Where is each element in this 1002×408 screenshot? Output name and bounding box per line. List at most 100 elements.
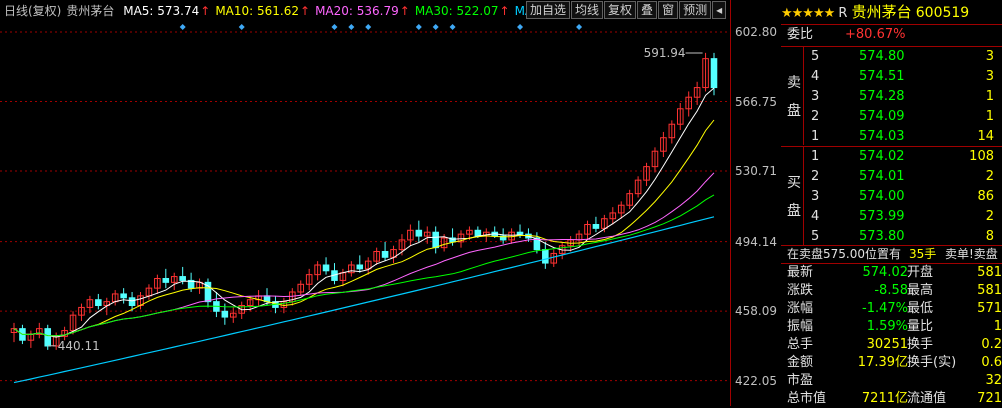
stat-value: 721 — [977, 391, 1002, 406]
toolbar-button[interactable]: 加自选 — [526, 1, 571, 19]
toolbar-button[interactable]: 预测 — [679, 1, 712, 19]
stat-label: 开盘 — [907, 265, 934, 280]
stat-value: 0.6 — [981, 355, 1002, 370]
candle-body — [356, 264, 364, 270]
margin-mark: R — [838, 6, 848, 21]
kline-chart[interactable]: 591.94 440.11 日线(复权) 贵州茅台 MA5: 573.74↑ MA10… — [0, 0, 730, 406]
notice-tail: 卖单!卖盘 — [945, 247, 998, 261]
notice-vol: 35手 — [909, 247, 937, 261]
event-marker — [238, 24, 245, 30]
quote-panel: ★★★★★ R 贵州茅台 600519 委比 +80.67% 卖盘 5 574.80… — [781, 0, 1002, 406]
event-marker — [179, 24, 186, 30]
event-marker — [348, 24, 355, 30]
toolbar-button[interactable]: 叠 — [637, 1, 658, 19]
volume: 14 — [977, 129, 994, 144]
price: 574.80 — [859, 49, 905, 64]
stat-value: -8.58 — [874, 283, 908, 298]
price: 574.09 — [859, 109, 905, 124]
event-marker — [415, 24, 422, 30]
volume: 3 — [985, 69, 994, 84]
stat-value: 1.59% — [866, 319, 908, 334]
quote-header: ★★★★★ R 贵州茅台 600519 — [781, 0, 1002, 24]
candle-body — [120, 293, 127, 299]
rating-stars: ★★★★★ — [781, 6, 835, 21]
candle-body — [542, 249, 549, 264]
stat-label: 金额 — [787, 355, 814, 370]
ma-up-arrow: ↑ — [499, 4, 510, 18]
stat-label: 涨幅 — [787, 301, 814, 316]
sell-row: 1 574.03 14 — [781, 127, 1002, 147]
event-marker — [449, 24, 456, 30]
ma5-line — [13, 87, 715, 338]
y-tick-label: 602.80 — [735, 25, 777, 40]
level: 1 — [811, 149, 820, 164]
long-ma-line — [13, 216, 715, 384]
stat-label: 最低 — [907, 301, 934, 316]
toolbar-button[interactable]: 窗 — [658, 1, 679, 19]
sell-row: 4 574.51 3 — [781, 67, 1002, 87]
ma-legend-item: MA10: 561.62 — [215, 4, 300, 18]
stat-row: 最新 574.02 开盘 581 — [781, 264, 1002, 282]
stock-name: 贵州茅台 — [66, 4, 115, 18]
volume: 2 — [985, 169, 994, 184]
toolbar-button[interactable]: 复权 — [604, 1, 637, 19]
toolbar-button[interactable]: ◂ — [712, 1, 727, 19]
stat-value: -1.47% — [862, 301, 908, 316]
y-tick-label: 530.71 — [735, 164, 777, 179]
stat-row: 金额 17.39亿 换手(实) 0.6 — [781, 354, 1002, 372]
price-axis: 602.80 566.75 530.71 494.14 458.09 422.05 — [730, 0, 781, 406]
stat-row: 市盈 32 — [781, 372, 1002, 390]
price: 573.99 — [859, 209, 905, 224]
candle-body — [221, 310, 229, 318]
candle-body — [710, 58, 718, 89]
sell-row: 5 574.80 3 — [781, 47, 1002, 67]
price: 574.01 — [859, 169, 905, 184]
stat-label: 市盈 — [787, 373, 814, 388]
stat-row: 总市值 7211亿 流通值 721 — [781, 390, 1002, 408]
volume: 3 — [985, 49, 994, 64]
stat-label: 振幅 — [787, 319, 814, 334]
level: 2 — [811, 169, 820, 184]
candle-body — [44, 328, 52, 347]
y-tick-label: 458.09 — [735, 304, 777, 319]
stat-value: 1 — [993, 319, 1002, 334]
price: 574.03 — [859, 129, 905, 144]
volume: 1 — [985, 89, 994, 104]
wei-bi-row: 委比 +80.67% — [781, 25, 1002, 45]
event-marker — [331, 24, 338, 30]
chart-legend: 日线(复权) 贵州茅台 MA5: 573.74↑ MA10: 561.62↑ MA20… — [4, 2, 543, 20]
stat-value: 581 — [977, 283, 1002, 298]
stat-value: 32 — [985, 373, 1002, 388]
candlestick-plot[interactable]: 591.94 440.11 — [0, 0, 730, 406]
high-annotation: 591.94 — [644, 46, 686, 60]
volume: 86 — [977, 189, 994, 204]
stat-row: 涨幅 -1.47% 最低 571 — [781, 300, 1002, 318]
stat-row: 总手 30251 换手 0.2 — [781, 336, 1002, 354]
y-tick-label: 422.05 — [735, 373, 777, 388]
wei-bi-label: 委比 — [787, 27, 814, 42]
level: 2 — [811, 109, 820, 124]
volume: 1 — [985, 109, 994, 124]
level: 3 — [811, 89, 820, 104]
notice-row: 在卖盘575.00位置有 35手 卖单!卖盘 — [781, 244, 1002, 264]
stat-value: 7211亿 — [861, 391, 908, 406]
notice-text: 在卖盘575.00位置有 — [787, 247, 901, 261]
y-tick-label: 566.75 — [735, 94, 777, 109]
event-marker — [576, 24, 583, 30]
stat-label: 量比 — [907, 319, 934, 334]
chart-title: 日线(复权) — [4, 4, 62, 18]
candle-body — [432, 231, 439, 249]
volume: 108 — [969, 149, 994, 164]
wei-bi-value: +80.67% — [845, 27, 906, 42]
ma20-line — [13, 172, 715, 337]
candle-body — [381, 251, 389, 258]
candle-body — [322, 264, 330, 272]
ma-legend: MA5: 573.74↑ MA10: 561.62↑ MA20: 536.79↑ MA… — [123, 4, 538, 18]
candle-body — [179, 276, 186, 281]
stat-value: 581 — [977, 265, 1002, 280]
level: 4 — [811, 209, 820, 224]
stat-value: 17.39亿 — [857, 355, 908, 370]
stat-label: 涨跌 — [787, 283, 814, 298]
toolbar-button[interactable]: 均线 — [571, 1, 604, 19]
level: 1 — [811, 129, 820, 144]
